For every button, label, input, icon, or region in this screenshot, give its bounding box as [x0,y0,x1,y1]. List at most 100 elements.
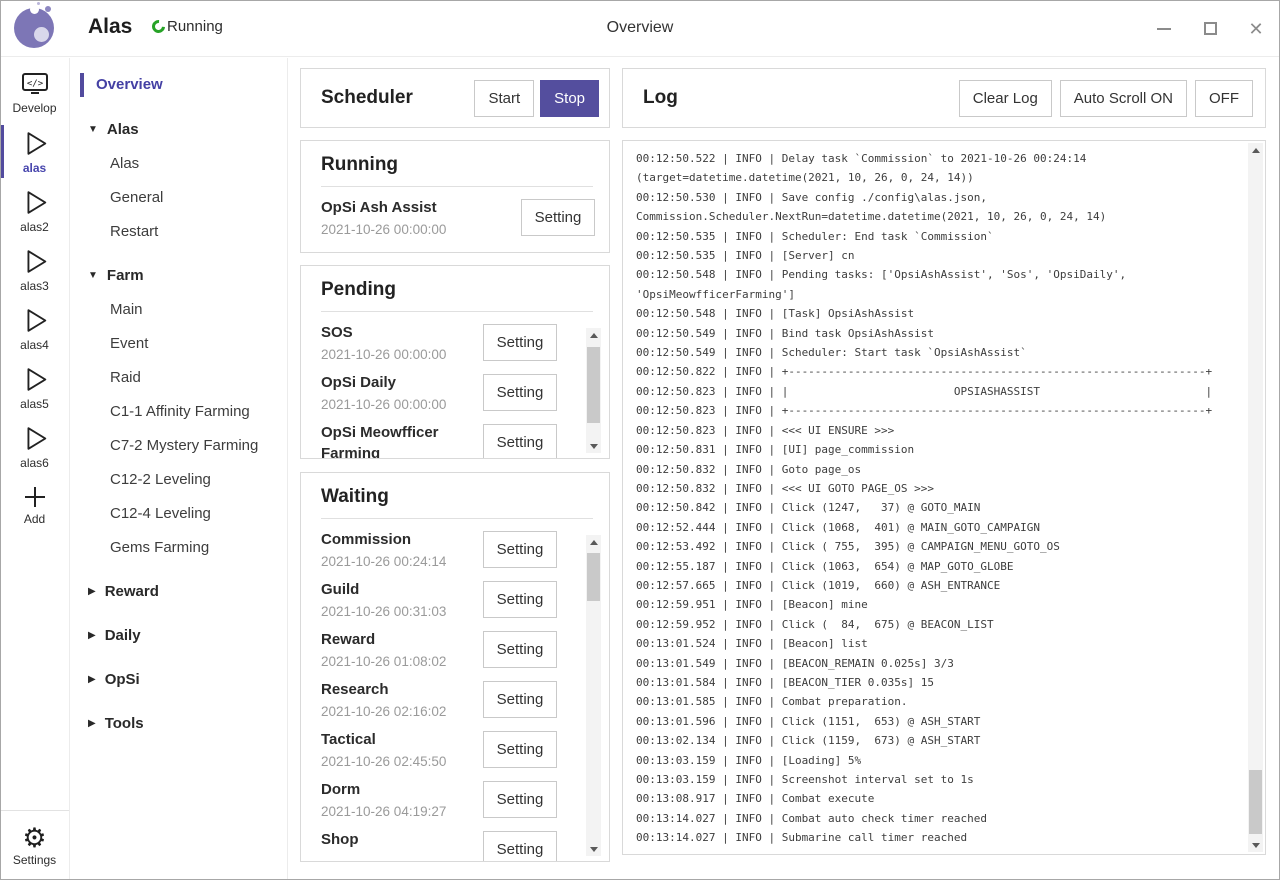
nav-arrow-icon: ▼ [88,270,98,281]
profile-list: alas alas2 alas3 alas4 [0,122,69,476]
sidebar-profile[interactable]: alas3 [0,240,69,299]
log-line: 00:12:50.842 | INFO | Click (1247, 37) @… [636,498,1235,517]
pending-title: Pending [321,279,593,312]
task-setting-button[interactable]: Setting [521,199,595,236]
task-setting-button[interactable]: Setting [483,581,557,618]
close-button[interactable]: ✕ [1248,21,1264,37]
waiting-task-list: Commission 2021-10-26 00:24:14 Setting G… [321,528,595,862]
minimize-button[interactable] [1156,21,1172,37]
nav-item[interactable]: Event [70,326,287,360]
sidebar-item-develop[interactable]: </> Develop [0,64,69,122]
nav-item[interactable]: C12-4 Leveling [70,496,287,530]
log-title: Log [643,87,951,109]
task-setting-button[interactable]: Setting [483,531,557,568]
log-line: 00:13:03.159 | INFO | Screenshot interva… [636,770,1235,789]
nav-item-label: General [110,189,163,206]
task-setting-button[interactable]: Setting [483,681,557,718]
sidebar-profile[interactable]: alas [0,122,69,181]
log-line: 00:12:50.831 | INFO | [UI] page_commissi… [636,440,1235,459]
maximize-button[interactable] [1202,21,1218,37]
sidebar-item-settings[interactable]: ⚙ Settings [0,810,69,880]
nav-item[interactable]: Gems Farming [70,530,287,564]
nav-panel: Overview ▼ Alas Alas General Restart [70,58,288,880]
nav-item[interactable]: ▶ Daily [70,618,287,652]
nav-item[interactable]: C1-1 Affinity Farming [70,394,287,428]
nav-item[interactable]: Main [70,292,287,326]
autoscroll-off-button[interactable]: OFF [1195,80,1253,117]
sidebar-profile[interactable]: alas4 [0,299,69,358]
scrollbar-thumb[interactable] [587,347,600,423]
task-info: Shop [321,828,483,850]
scroll-down-icon[interactable] [586,439,601,453]
nav-item[interactable]: C12-2 Leveling [70,462,287,496]
nav-item-label: Event [110,335,148,352]
log-line: 00:13:14.027 | INFO | Submarine call tim… [636,828,1235,847]
scroll-up-icon[interactable] [586,535,601,549]
task-name: Tactical [321,729,483,750]
sidebar-profile[interactable]: alas5 [0,358,69,417]
nav-item[interactable]: Alas [70,146,287,180]
nav-item[interactable]: ▶ Tools [70,706,287,740]
task-setting-button[interactable]: Setting [483,374,557,411]
log-line: 00:12:57.665 | INFO | Click (1019, 660) … [636,576,1235,595]
log-panel[interactable]: 00:12:50.522 | INFO | Delay task `Commis… [622,140,1266,855]
scroll-down-icon[interactable] [1248,838,1263,852]
task-info: OpSi Daily 2021-10-26 00:00:00 [321,371,483,416]
task-setting-button[interactable]: Setting [483,731,557,768]
task-time: 2021-10-26 02:16:02 [321,700,483,723]
nav-item[interactable]: Raid [70,360,287,394]
stop-button[interactable]: Stop [540,80,599,117]
sidebar-profile[interactable]: alas2 [0,181,69,240]
log-scrollbar[interactable] [1248,143,1263,852]
nav-item[interactable]: ▼ Farm [70,258,287,292]
sidebar-item-label: Settings [13,853,56,867]
log-line: 00:12:55.187 | INFO | Click (1063, 654) … [636,557,1235,576]
nav-item[interactable]: ▶ Reward [70,574,287,608]
play-icon [20,423,50,454]
nav-item-label: Alas [110,155,139,172]
sidebar-item-label: Develop [12,101,56,115]
nav-item[interactable]: Restart [70,214,287,248]
log-line: 00:13:01.584 | INFO | [BEACON_TIER 0.035… [636,673,1235,692]
task-setting-button[interactable]: Setting [483,631,557,668]
nav-item[interactable]: General [70,180,287,214]
task-setting-button[interactable]: Setting [483,831,557,862]
autoscroll-on-button[interactable]: Auto Scroll ON [1060,80,1187,117]
log-line: 00:13:01.585 | INFO | Combat preparation… [636,692,1235,711]
pending-scrollbar[interactable] [586,328,601,453]
sidebar-profile[interactable]: alas6 [0,417,69,476]
clear-log-button[interactable]: Clear Log [959,80,1052,117]
task-time: 2021-10-26 00:31:03 [321,600,483,623]
sidebar-item-label: Add [24,512,45,526]
scroll-up-icon[interactable] [1248,143,1263,157]
task-name: Reward [321,629,483,650]
nav-item-label: C12-2 Leveling [110,471,211,488]
maximize-icon [1204,22,1217,35]
task-row: OpSi Meowfficer Farming Setting [321,421,557,459]
nav-item-overview[interactable]: Overview [70,72,287,98]
task-setting-button[interactable]: Setting [483,781,557,818]
nav-item[interactable]: ▶ OpSi [70,662,287,696]
window-controls: ✕ [1156,0,1264,57]
nav-item[interactable]: ▼ Alas [70,112,287,146]
nav-item[interactable]: C7-2 Mystery Farming [70,428,287,462]
scroll-up-icon[interactable] [586,328,601,342]
pending-task-list: SOS 2021-10-26 00:00:00 Setting OpSi Dai… [321,321,595,459]
start-button[interactable]: Start [474,80,534,117]
scrollbar-thumb[interactable] [1249,770,1262,834]
waiting-scrollbar[interactable] [586,535,601,856]
play-icon [20,246,50,277]
running-task-list: OpSi Ash Assist 2021-10-26 00:00:00 Sett… [321,196,595,246]
sidebar-item-add[interactable]: Add [0,476,69,534]
task-setting-button[interactable]: Setting [483,324,557,361]
task-time: 2021-10-26 00:24:14 [321,550,483,573]
plus-icon [22,484,48,510]
task-setting-button[interactable]: Setting [483,424,557,459]
scroll-down-icon[interactable] [586,842,601,856]
log-line: 00:12:50.535 | INFO | Scheduler: End tas… [636,227,1235,246]
task-info: Commission 2021-10-26 00:24:14 [321,528,483,573]
scrollbar-thumb[interactable] [587,553,600,601]
task-info: Guild 2021-10-26 00:31:03 [321,578,483,623]
svg-text:</>: </> [26,79,43,89]
task-name: Commission [321,529,483,550]
